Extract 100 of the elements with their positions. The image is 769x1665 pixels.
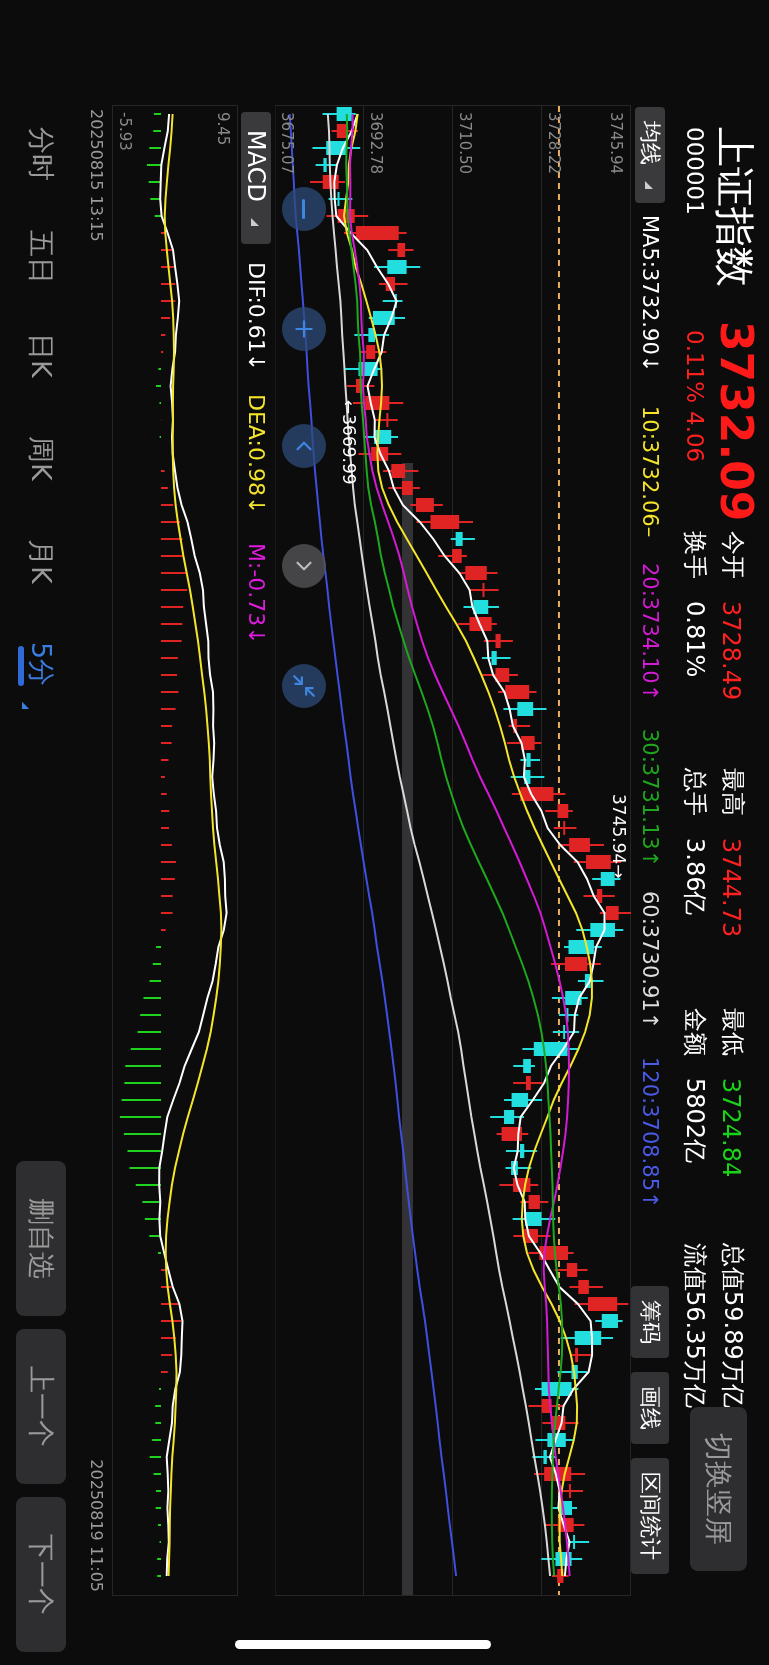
candlestick xyxy=(321,107,357,121)
caret-icon xyxy=(251,215,262,226)
shrink-icon xyxy=(291,673,317,699)
selected-underline xyxy=(18,646,24,686)
stat-value: 3724.84 xyxy=(717,1078,745,1178)
candlestick xyxy=(456,617,498,631)
candlestick xyxy=(504,1161,533,1175)
price-axis-label: 3675.07 xyxy=(278,112,296,175)
candlestick xyxy=(387,243,415,257)
stat-label: 最低 xyxy=(718,1008,748,1056)
candlestick xyxy=(556,1365,589,1379)
candlestick xyxy=(541,1416,580,1430)
chart-tool-button[interactable]: 画线 xyxy=(631,1372,669,1444)
candlestick xyxy=(381,294,404,308)
candlestick xyxy=(573,1297,630,1311)
candlestick xyxy=(551,991,589,1005)
candlestick xyxy=(387,481,421,495)
stock-action-button[interactable]: 上一个 xyxy=(16,1329,66,1484)
candlestick xyxy=(512,1059,536,1073)
period-tab[interactable]: 日K xyxy=(16,333,66,436)
stat-value: 56.35万亿 xyxy=(680,1291,710,1408)
candlestick xyxy=(469,583,500,597)
candlestick xyxy=(358,345,388,359)
caret-icon xyxy=(22,700,31,709)
candlestick xyxy=(557,838,605,852)
candlestick xyxy=(550,1569,570,1583)
candlestick xyxy=(540,1552,584,1566)
candlestick xyxy=(553,1263,589,1277)
candlestick xyxy=(377,277,409,291)
candlestick xyxy=(594,1314,624,1328)
switch-portrait-button[interactable]: 切换竖屏 xyxy=(690,1407,747,1571)
candlestick xyxy=(314,158,338,172)
stock-action-button[interactable]: 删自选 xyxy=(16,1161,66,1316)
macd-value: DIF:0.61↓ xyxy=(244,262,269,374)
candlestick xyxy=(367,311,407,325)
ma-value: 10:3732.06– xyxy=(638,406,662,540)
candlestick xyxy=(504,1144,539,1158)
candlestick xyxy=(551,1025,581,1039)
ma-value: 30:3731.13↑ xyxy=(638,729,662,870)
time-axis-label: 20250815 13:15 xyxy=(87,109,107,242)
price-axis-label: 3692.78 xyxy=(367,112,385,175)
candlestick xyxy=(509,770,546,784)
candlestick xyxy=(382,464,420,478)
stock-action-button[interactable]: 下一个 xyxy=(16,1497,66,1652)
stat-value: 3744.73 xyxy=(717,838,745,938)
candlestick xyxy=(309,175,346,189)
candlestick xyxy=(507,719,532,733)
period-tab[interactable]: 五日 xyxy=(16,230,66,333)
candlestick xyxy=(511,1212,557,1226)
price-axis-label: 3745.94 xyxy=(607,112,625,175)
index-name: 上证指数 xyxy=(713,127,757,287)
candlestick xyxy=(481,651,512,665)
chart-tool-button[interactable]: 区间统计 xyxy=(631,1458,669,1574)
candlestick xyxy=(415,515,474,529)
candlestick xyxy=(327,192,354,206)
candlestick xyxy=(311,141,362,155)
period-tab[interactable]: 5分 xyxy=(16,642,66,745)
candlestick xyxy=(576,974,605,988)
stat-value: 3.86亿 xyxy=(680,838,710,916)
candlestick xyxy=(482,634,514,648)
chart-control-button[interactable] xyxy=(282,187,326,231)
candlestick xyxy=(544,804,574,818)
candlestick xyxy=(506,736,543,750)
candlestick xyxy=(512,1076,544,1090)
candlestick xyxy=(521,1042,581,1056)
time-axis-label: 20250819 11:05 xyxy=(87,1459,107,1592)
macd-axis-label: 9.45 xyxy=(214,112,232,146)
index-price: 3732.09 xyxy=(713,321,759,522)
candlestick xyxy=(550,957,602,971)
chart-control-button[interactable] xyxy=(282,424,326,468)
period-tab[interactable]: 月K xyxy=(16,539,66,642)
candlestick xyxy=(437,549,468,563)
chart-tool-button[interactable]: 筹码 xyxy=(631,1286,669,1358)
change-percent: 0.11% xyxy=(682,330,708,406)
candlestick xyxy=(495,1127,530,1141)
macd-value: DEA:0.98↓ xyxy=(244,394,269,517)
stat-label: 总手 xyxy=(680,768,710,816)
high-price-marker: 3745.94→ xyxy=(609,794,629,879)
candlestick xyxy=(550,1501,579,1515)
candlestick xyxy=(489,1110,525,1124)
candlestick xyxy=(346,379,376,393)
indicator-selector[interactable]: MACD xyxy=(241,112,272,244)
candlestick xyxy=(503,1093,544,1107)
candlestick xyxy=(449,532,476,546)
chart-control-button[interactable] xyxy=(282,307,326,351)
candlestick xyxy=(543,1518,586,1532)
candlestick xyxy=(497,685,538,699)
stat-value: 3728.49 xyxy=(717,601,745,701)
period-tab[interactable]: 分时 xyxy=(16,127,66,230)
low-price-marker: ←3669.99 xyxy=(339,400,359,485)
candlestick xyxy=(533,1467,587,1481)
candlestick xyxy=(342,226,408,240)
indicator-selector[interactable]: 均线 xyxy=(635,107,665,203)
chart-control-button[interactable] xyxy=(282,664,326,708)
macd-axis-label: -5.93 xyxy=(116,112,134,151)
chart-control-button[interactable] xyxy=(282,544,326,588)
candlestick xyxy=(374,413,399,427)
candlestick xyxy=(568,1280,604,1294)
candlestick xyxy=(357,447,403,461)
period-tab[interactable]: 周K xyxy=(16,436,66,539)
